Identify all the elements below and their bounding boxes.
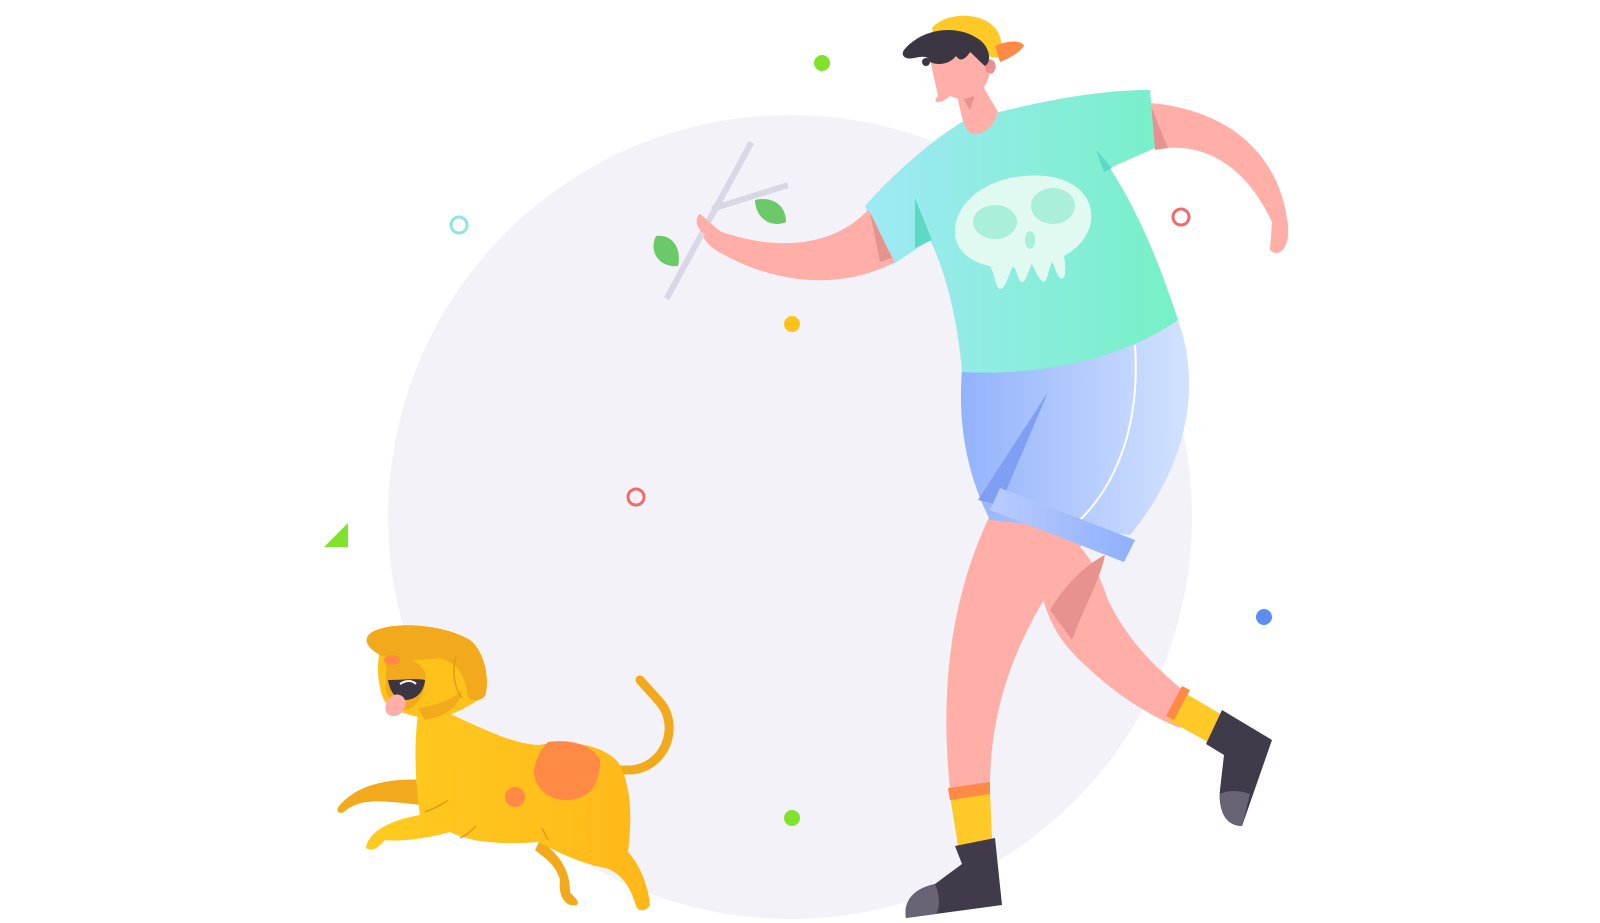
blue-dot (1256, 609, 1272, 625)
green-triangle (324, 523, 348, 547)
hair-tip-dot (922, 58, 930, 66)
back-upper-arm (1150, 103, 1289, 253)
illustration-canvas (0, 0, 1600, 923)
teal-ring (449, 215, 469, 235)
dog-nose (384, 655, 400, 665)
yellow-dot (784, 316, 800, 332)
back-arm (1150, 103, 1289, 253)
dog-front-leg-far (337, 779, 430, 813)
skull-nose (1025, 231, 1035, 249)
red-ring (1171, 207, 1191, 227)
dog-spot-small (505, 787, 525, 807)
skull-left-eye (973, 205, 1017, 239)
back-boot-sole (1219, 791, 1250, 826)
green-dot (814, 55, 830, 71)
running-person-with-dog-illustration (324, 15, 1289, 919)
green-dot (784, 810, 800, 826)
skull-right-eye (1031, 188, 1075, 224)
cap-brim (995, 41, 1024, 62)
